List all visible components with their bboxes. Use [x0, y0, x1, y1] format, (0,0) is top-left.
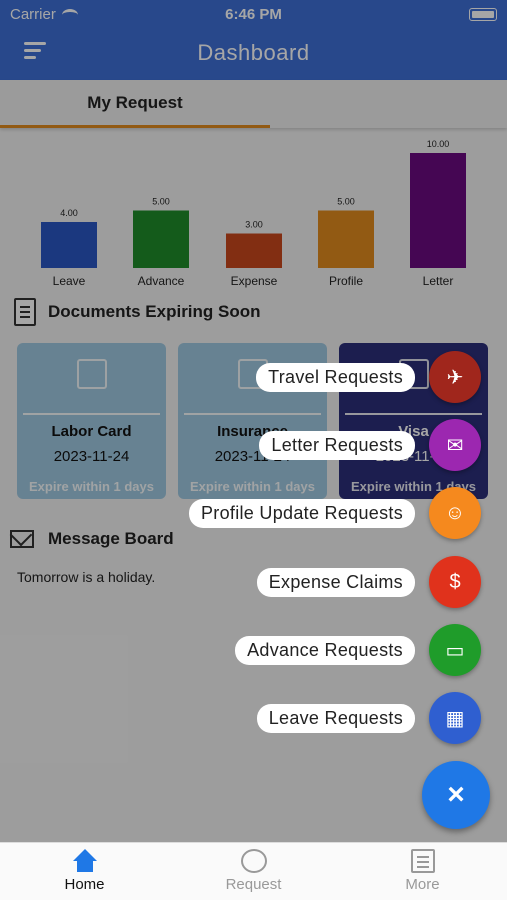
fab-action-travel[interactable]: Travel Requests ✈	[256, 351, 481, 403]
nav-more[interactable]: More	[338, 843, 507, 900]
bottom-nav: Home Request More	[0, 842, 507, 900]
request-icon	[240, 849, 267, 873]
fab-action-profile[interactable]: Profile Update Requests ☺	[188, 487, 481, 539]
more-icon	[410, 849, 435, 873]
fab-label[interactable]: Advance Requests	[235, 635, 415, 665]
fab-close-button[interactable]: ×	[422, 761, 490, 829]
fab-label[interactable]: Letter Requests	[259, 430, 415, 460]
fab-action-letter[interactable]: Letter Requests ✉	[259, 419, 481, 471]
travel-icon[interactable]: ✈	[429, 351, 481, 403]
nav-label: Request	[225, 876, 282, 893]
nav-label: Home	[64, 876, 105, 893]
fab-label[interactable]: Expense Claims	[256, 567, 415, 597]
profile-icon[interactable]: ☺	[429, 487, 481, 539]
nav-home[interactable]: Home	[0, 843, 169, 900]
letter-icon[interactable]: ✉	[429, 419, 481, 471]
calendar-icon[interactable]: ▦	[429, 692, 481, 744]
fab-action-leave[interactable]: Leave Requests ▦	[256, 692, 481, 744]
fab-label[interactable]: Leave Requests	[256, 703, 415, 733]
fab-action-advance[interactable]: Advance Requests ▭	[235, 624, 481, 676]
fab-action-expense[interactable]: Expense Claims $	[256, 556, 481, 608]
fab-label[interactable]: Profile Update Requests	[188, 498, 415, 528]
fab-label[interactable]: Travel Requests	[256, 362, 415, 392]
nav-label: More	[405, 876, 440, 893]
nav-request[interactable]: Request	[169, 843, 338, 900]
advance-icon[interactable]: ▭	[429, 624, 481, 676]
expense-icon[interactable]: $	[429, 556, 481, 608]
home-icon	[72, 849, 98, 873]
